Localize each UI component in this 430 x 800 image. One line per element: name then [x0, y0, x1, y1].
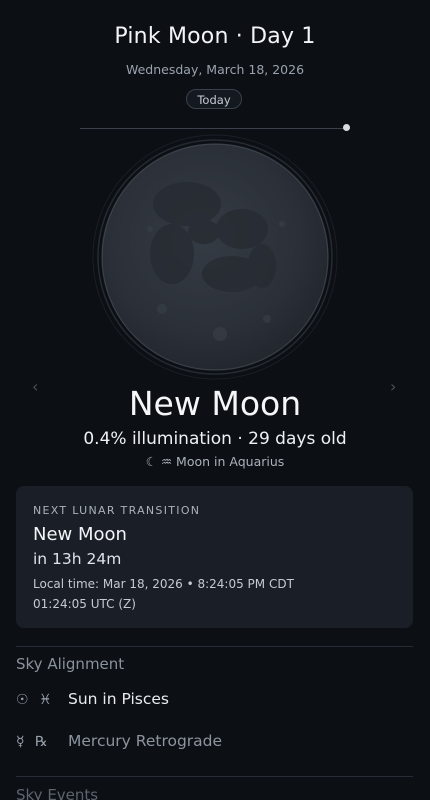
- countdown: in 13h 24m: [33, 550, 122, 568]
- next-transition-card[interactable]: NEXT LUNAR TRANSITION New Moon in 13h 24…: [16, 486, 413, 628]
- timeline-track[interactable]: [80, 128, 350, 129]
- sun-pisces-icon: ☉ ♓: [16, 692, 55, 708]
- sky-alignment-item[interactable]: ☉ ♓ Sun in Pisces: [16, 686, 413, 716]
- timeline-handle[interactable]: [343, 124, 350, 131]
- mercury-retrograde-icon: ☿ ℞: [16, 734, 51, 750]
- local-time: Local time: Mar 18, 2026 • 8:24:05 PM CD…: [33, 577, 294, 591]
- section-divider: [16, 646, 413, 647]
- sky-item-label: Mercury Retrograde: [68, 732, 223, 750]
- page-title: Pink Moon · Day 1: [114, 24, 316, 49]
- today-button[interactable]: Today: [186, 89, 242, 109]
- next-phase-name: New Moon: [33, 524, 127, 545]
- phase-name: New Moon: [128, 384, 302, 423]
- sky-item-label: Sun in Pisces: [68, 690, 169, 708]
- sky-alignment-heading: Sky Alignment: [16, 655, 125, 673]
- utc-time: 01:24:05 UTC (Z): [33, 597, 136, 611]
- card-kicker: NEXT LUNAR TRANSITION: [33, 504, 201, 517]
- moon-visual: [92, 134, 338, 380]
- moon-phase-screen: Pink Moon · Day 1 Wednesday, March 18, 2…: [0, 0, 430, 800]
- moon-icon: [92, 134, 338, 380]
- current-date: Wednesday, March 18, 2026: [125, 62, 305, 77]
- section-divider: [16, 776, 413, 777]
- sky-events-heading: Sky Events: [16, 786, 99, 800]
- phase-stats: 0.4% illumination · 29 days old: [83, 429, 347, 449]
- moon-zodiac: ☾ ♒ Moon in Aquarius: [145, 454, 285, 469]
- sky-alignment-item[interactable]: ☿ ℞ Mercury Retrograde: [16, 728, 413, 758]
